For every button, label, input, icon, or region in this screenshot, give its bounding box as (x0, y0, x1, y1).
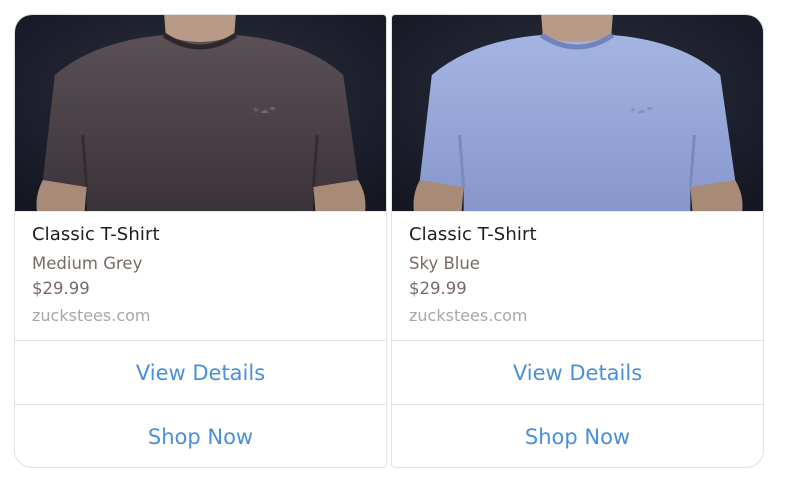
product-image[interactable]: ☀☁☂ (392, 15, 763, 211)
product-card[interactable]: ☀☁☂ Classic T-Shirt Sky Blue $29.99 zuck… (391, 14, 764, 468)
product-info: Classic T-Shirt Medium Grey $29.99 zucks… (15, 211, 386, 340)
view-details-button[interactable]: View Details (392, 340, 763, 404)
shop-now-button[interactable]: Shop Now (15, 404, 386, 467)
svg-text:☀☁☂: ☀☁☂ (629, 106, 654, 116)
product-price: $29.99 (409, 279, 467, 298)
tshirt-photo: ☀☁☂ (15, 15, 386, 211)
product-domain: zuckstees.com (32, 306, 151, 325)
product-variant: Sky Blue (409, 254, 480, 273)
product-domain: zuckstees.com (409, 306, 528, 325)
product-title: Classic T-Shirt (409, 224, 537, 245)
product-info: Classic T-Shirt Sky Blue $29.99 zuckstee… (392, 211, 763, 340)
product-card[interactable]: ☀☁☂ Classic T-Shirt Medium Grey $29.99 z… (14, 14, 387, 468)
product-price: $29.99 (32, 279, 90, 298)
view-details-button[interactable]: View Details (15, 340, 386, 404)
tshirt-photo: ☀☁☂ (392, 15, 763, 211)
svg-text:☀☁☂: ☀☁☂ (252, 106, 277, 116)
shop-now-button[interactable]: Shop Now (392, 404, 763, 467)
product-title: Classic T-Shirt (32, 224, 160, 245)
product-variant: Medium Grey (32, 254, 143, 273)
carousel: ☀☁☂ Classic T-Shirt Medium Grey $29.99 z… (0, 0, 786, 491)
product-image[interactable]: ☀☁☂ (15, 15, 386, 211)
